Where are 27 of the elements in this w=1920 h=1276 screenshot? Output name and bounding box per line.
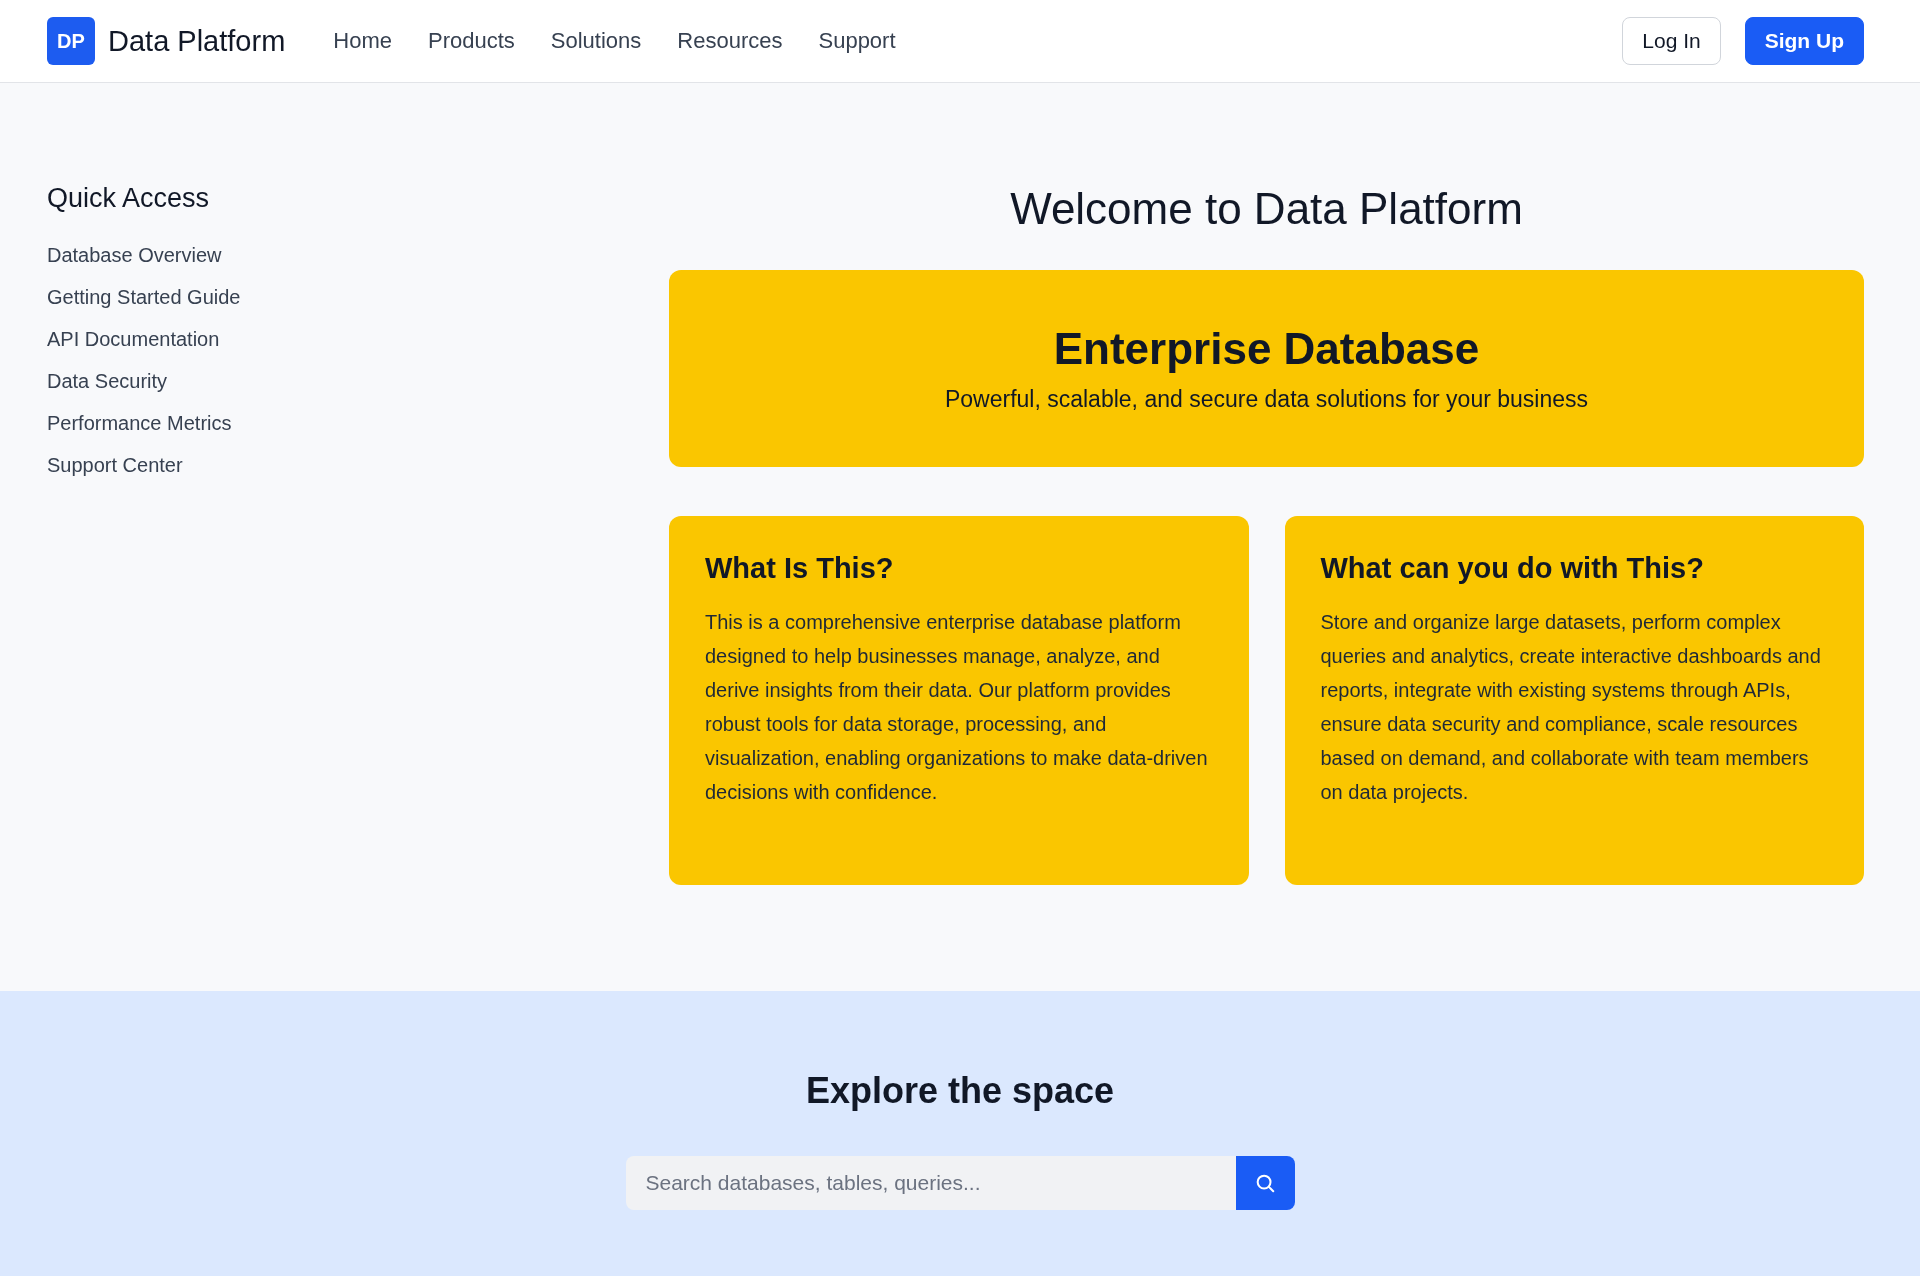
sign-up-button[interactable]: Sign Up: [1744, 17, 1864, 65]
logo-badge[interactable]: DP: [47, 17, 95, 65]
nav-link[interactable]: Home: [333, 28, 392, 54]
search-icon: [1254, 1172, 1276, 1194]
sidebar-link[interactable]: Data Security: [47, 360, 168, 402]
nav-link[interactable]: Resources: [677, 28, 783, 54]
sidebar-link[interactable]: Getting Started Guide: [47, 276, 241, 318]
search-button[interactable]: [1235, 1156, 1295, 1210]
sidebar-link[interactable]: Database Overview: [47, 234, 222, 276]
sidebar-link[interactable]: Performance Metrics: [47, 402, 232, 444]
nav-link[interactable]: Solutions: [550, 28, 642, 54]
log-in-button[interactable]: Log In: [1622, 17, 1721, 65]
brand-name[interactable]: Data Platform: [108, 24, 286, 58]
section-title: Explore the space: [805, 1070, 1115, 1112]
nav-link[interactable]: Support: [818, 28, 896, 54]
sidebar-title: Quick Access: [47, 183, 210, 214]
nav-link[interactable]: Products: [428, 28, 515, 54]
card-title: What Is This?: [705, 551, 895, 585]
sidebar-link[interactable]: API Documentation: [47, 318, 220, 360]
card-title: What can you do with This?: [1320, 551, 1705, 585]
card-text: Store and organize large datasets, perform complex queries and analytics, create interactive dashboards and reports, integrate with existing systems through APIs, ensure data security and compliance, scale resources based on demand, and collaborate with team members on data projects.: [1320, 609, 1822, 805]
card-text: This is a comprehensive enterprise database platform designed to help businesses manage, analyze, and derive insights from their data. Our platform provides robust tools for data storage, processing, and visualization, enabling organizations to make data-driven decisions with confidence.: [705, 609, 1209, 805]
hero-subtitle: Powerful, scalable, and secure data solutions for your business: [944, 385, 1589, 413]
hero-title: Enterprise Database: [1053, 323, 1480, 374]
search-field[interactable]: Search databases, tables, queries...: [625, 1156, 1236, 1210]
sidebar-link[interactable]: Support Center: [47, 444, 183, 486]
page-title: Welcome to Data Platform: [1009, 183, 1524, 235]
